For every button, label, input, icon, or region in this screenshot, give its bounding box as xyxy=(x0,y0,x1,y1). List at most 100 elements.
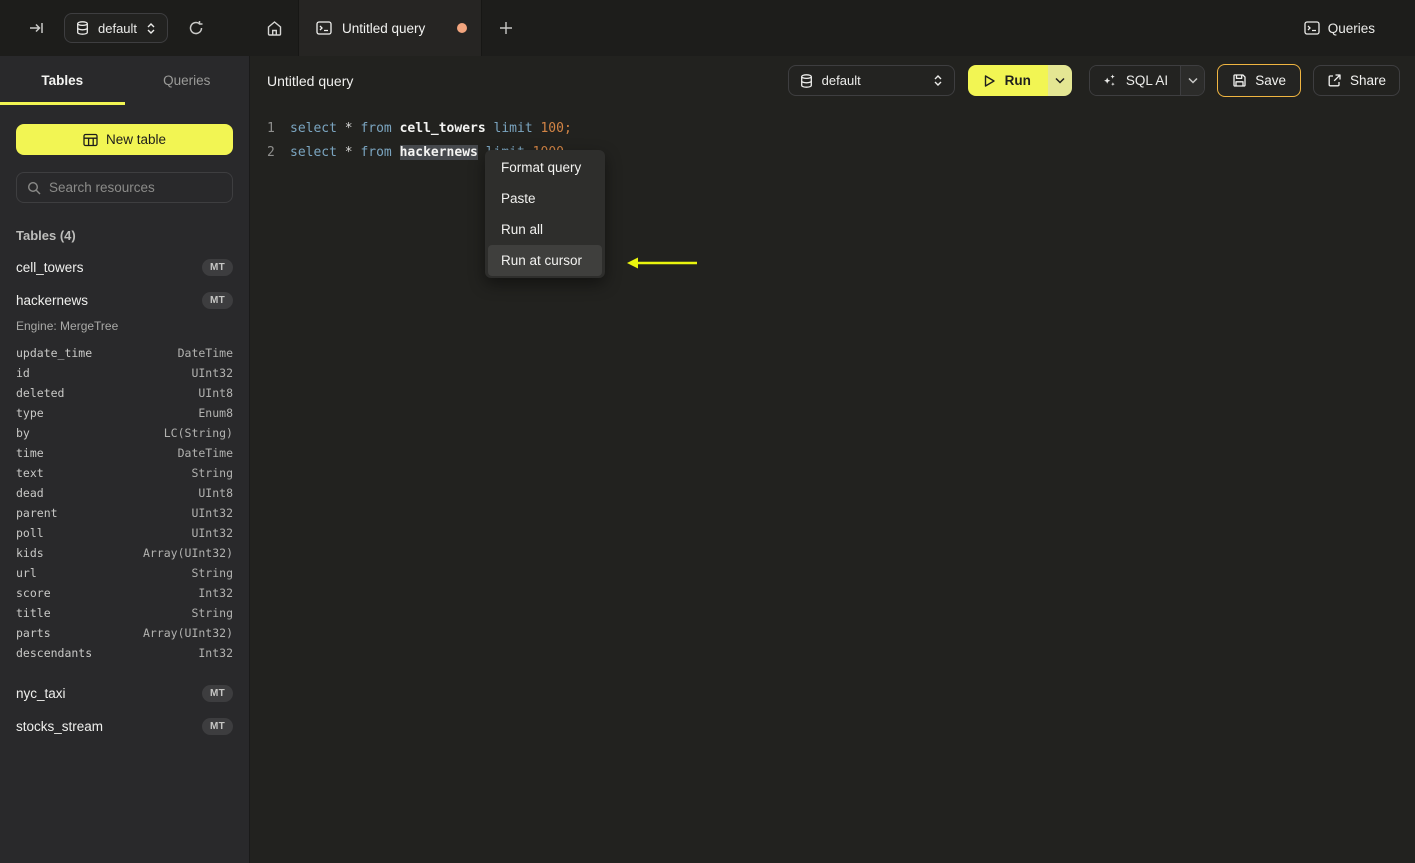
save-button[interactable]: Save xyxy=(1217,64,1301,97)
column-row[interactable]: score Int32 xyxy=(16,583,233,603)
home-button[interactable] xyxy=(250,0,298,56)
table-name: hackernews xyxy=(16,293,89,308)
topbar-database-selector[interactable]: default xyxy=(64,13,169,43)
topbar-right: Queries xyxy=(1304,0,1415,56)
tab-label: Untitled query xyxy=(342,20,426,36)
column-name: title xyxy=(16,606,51,620)
new-table-label: New table xyxy=(105,132,167,147)
column-type: String xyxy=(191,566,233,580)
tables-list: cell_towers MT hackernews MT Engine: Mer… xyxy=(16,251,233,743)
menu-item-run-at-cursor[interactable]: Run at cursor xyxy=(488,245,602,276)
column-row[interactable]: title String xyxy=(16,603,233,623)
run-button-label: Run xyxy=(1004,73,1031,88)
table-grid-icon xyxy=(83,133,98,147)
column-row[interactable]: parent UInt32 xyxy=(16,503,233,523)
engine-badge: MT xyxy=(201,259,233,276)
refresh-icon xyxy=(188,20,204,36)
engine-badge: MT xyxy=(201,685,233,702)
query-header: Untitled query default Run SQL AI Save S… xyxy=(250,56,1415,105)
sql-ai-options-button[interactable] xyxy=(1180,66,1205,95)
menu-item-run-all[interactable]: Run all xyxy=(488,214,602,245)
search-box xyxy=(16,172,233,203)
save-button-label: Save xyxy=(1255,73,1286,88)
run-button[interactable]: Run xyxy=(967,65,1048,96)
code-text: select * from cell_towers limit 100; xyxy=(290,121,572,136)
new-tab-button[interactable] xyxy=(482,0,530,56)
column-row[interactable]: update_time DateTime xyxy=(16,343,233,363)
sidebar-tab-queries[interactable]: Queries xyxy=(125,56,250,105)
column-name: score xyxy=(16,586,51,600)
sql-operator: * xyxy=(344,120,361,136)
column-row[interactable]: parts Array(UInt32) xyxy=(16,623,233,643)
table-row-nyc-taxi[interactable]: nyc_taxi MT xyxy=(16,677,233,710)
sidebar-body: New table Tables (4) cell_towers MT hack… xyxy=(0,105,249,743)
column-type: Int32 xyxy=(198,646,233,660)
column-row[interactable]: descendants Int32 xyxy=(16,643,233,663)
sidebar: Tables Queries New table Search resource… xyxy=(0,56,250,863)
column-row[interactable]: by LC(String) xyxy=(16,423,233,443)
terminal-icon xyxy=(1304,21,1320,35)
sql-ai-button-group: SQL AI xyxy=(1088,65,1206,96)
column-name: time xyxy=(16,446,44,460)
sql-ai-button[interactable]: SQL AI xyxy=(1089,66,1181,95)
toolbar-database-selector[interactable]: default xyxy=(787,65,955,96)
column-row[interactable]: dead UInt8 xyxy=(16,483,233,503)
hackernews-columns: update_time DateTime id UInt32 deleted U… xyxy=(16,343,233,663)
refresh-button[interactable] xyxy=(184,16,208,40)
column-row[interactable]: type Enum8 xyxy=(16,403,233,423)
column-row[interactable]: deleted UInt8 xyxy=(16,383,233,403)
column-type: Array(UInt32) xyxy=(142,626,233,640)
sidebar-tab-tables[interactable]: Tables xyxy=(0,56,125,105)
queries-button-label: Queries xyxy=(1327,20,1375,36)
sparkles-icon xyxy=(1102,73,1117,88)
tables-section-header: Tables (4) xyxy=(16,228,76,243)
sql-keyword: select xyxy=(290,120,345,136)
table-row-cell-towers[interactable]: cell_towers MT xyxy=(16,251,233,284)
column-type: UInt32 xyxy=(191,366,233,380)
column-row[interactable]: kids Array(UInt32) xyxy=(16,543,233,563)
editor-line-1: 1 select * from cell_towers limit 100; xyxy=(250,116,1415,140)
chevron-updown-icon xyxy=(146,22,156,35)
table-row-hackernews[interactable]: hackernews MT xyxy=(16,284,233,317)
column-name: parts xyxy=(16,626,51,640)
run-options-button[interactable] xyxy=(1047,65,1072,96)
search-input[interactable] xyxy=(49,180,222,195)
share-button[interactable]: Share xyxy=(1312,65,1400,96)
table-name: stocks_stream xyxy=(16,719,104,734)
sql-keyword: from xyxy=(360,144,400,160)
column-name: type xyxy=(16,406,44,420)
column-name: descendants xyxy=(16,646,93,660)
table-row-stocks-stream[interactable]: stocks_stream MT xyxy=(16,710,233,743)
tab-untitled-query[interactable]: Untitled query xyxy=(298,0,482,56)
column-type: String xyxy=(191,606,233,620)
column-row[interactable]: poll UInt32 xyxy=(16,523,233,543)
chevron-down-icon xyxy=(1188,77,1198,84)
save-icon xyxy=(1232,73,1247,88)
column-row[interactable]: url String xyxy=(16,563,233,583)
menu-item-paste[interactable]: Paste xyxy=(488,183,602,214)
engine-label: Engine: MergeTree xyxy=(16,319,119,333)
column-type: DateTime xyxy=(177,346,233,360)
play-icon xyxy=(983,74,996,88)
home-icon xyxy=(266,20,283,37)
sql-table-name-selected: hackernews xyxy=(399,144,478,160)
page-title: Untitled query xyxy=(267,72,354,89)
plus-icon xyxy=(499,21,513,35)
column-row[interactable]: time DateTime xyxy=(16,443,233,463)
database-selector-value: default xyxy=(98,20,138,36)
query-toolbar: default Run SQL AI Save Share xyxy=(787,64,1400,97)
collapse-sidebar-button[interactable] xyxy=(24,16,48,40)
sql-editor[interactable]: 1 select * from cell_towers limit 100; 2… xyxy=(250,105,1415,863)
new-table-button[interactable]: New table xyxy=(16,124,233,155)
editor-context-menu: Format query Paste Run all Run at cursor xyxy=(485,150,605,278)
terminal-icon xyxy=(316,21,332,35)
sql-console-app: default Untitled query Queries Tables Qu… xyxy=(0,0,1415,863)
column-name: deleted xyxy=(16,386,65,400)
editor-line-2: 2 select * from hackernews limit 1000 xyxy=(250,140,1415,164)
column-row[interactable]: text String xyxy=(16,463,233,483)
share-button-label: Share xyxy=(1349,73,1386,88)
column-row[interactable]: id UInt32 xyxy=(16,363,233,383)
menu-item-format-query[interactable]: Format query xyxy=(488,152,602,183)
queries-button[interactable]: Queries xyxy=(1304,21,1375,36)
sql-keyword: limit xyxy=(485,120,541,136)
